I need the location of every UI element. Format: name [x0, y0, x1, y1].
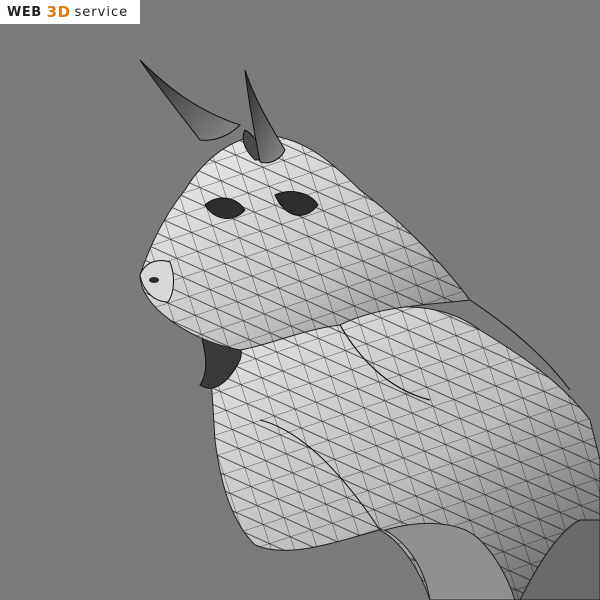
bull-wireframe-render: [139, 59, 600, 600]
web3d-service-watermark: WEB 3D service: [0, 0, 140, 24]
left-horn: [139, 59, 241, 141]
watermark-word-web: WEB: [7, 4, 42, 20]
watermark-word-service: service: [74, 4, 129, 20]
render-viewport: [0, 0, 600, 600]
watermark-word-3d: 3D: [46, 3, 71, 21]
